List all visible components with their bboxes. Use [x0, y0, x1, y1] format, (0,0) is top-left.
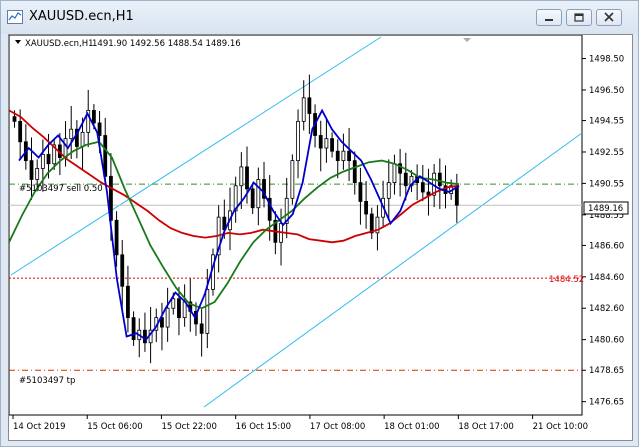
- minimize-icon: [545, 19, 553, 21]
- candle-body: [420, 182, 425, 193]
- candle-body: [245, 166, 249, 190]
- y-tick-label: 1482.60: [589, 304, 624, 314]
- candle-body: [69, 128, 74, 140]
- x-tick-label: 18 Oct 01:00: [384, 422, 439, 432]
- candle-body: [369, 213, 374, 234]
- candle-body: [165, 307, 170, 328]
- current-price-label: 1489.16: [588, 204, 623, 214]
- candle-body: [386, 182, 391, 199]
- symbol-label: XAUUSD.ecn,H1: [25, 39, 94, 49]
- candle-body: [171, 298, 176, 309]
- x-tick-label: 17 Oct 08:00: [310, 422, 365, 432]
- candle-body: [352, 160, 357, 184]
- candle-body: [358, 182, 363, 202]
- candle-body: [126, 285, 130, 319]
- candle-body: [114, 219, 119, 256]
- x-tick-label: 15 Oct 22:00: [161, 422, 216, 432]
- candle-body: [131, 317, 136, 341]
- price-chart[interactable]: 1498.501496.501494.551492.551490.551488.…: [8, 34, 632, 440]
- candle-body: [29, 160, 34, 180]
- close-icon: [604, 12, 614, 22]
- sell-order-label: #5103497 sell 0.50: [19, 184, 103, 194]
- y-tick-label: 1490.55: [589, 179, 624, 189]
- candle-body: [35, 168, 40, 180]
- window-title: XAUUSD.ecn,H1: [29, 9, 134, 24]
- close-button[interactable]: [596, 9, 622, 26]
- y-tick-label: 1498.50: [589, 55, 624, 65]
- x-tick-label: 21 Oct 10:00: [533, 422, 588, 432]
- x-tick-label: 18 Oct 17:00: [458, 422, 513, 432]
- candle-body: [290, 160, 295, 199]
- candle-body: [18, 120, 23, 143]
- minimize-button[interactable]: [536, 9, 562, 26]
- candle-body: [239, 166, 244, 187]
- candle-body: [347, 150, 351, 162]
- y-tick-label: 1476.65: [589, 398, 624, 408]
- x-tick-label: 16 Oct 15:00: [236, 422, 291, 432]
- candle-body: [250, 188, 255, 209]
- candle-body: [403, 172, 408, 187]
- candle-body: [199, 323, 204, 334]
- candle-body: [307, 97, 312, 114]
- y-tick-label: 1484.60: [589, 273, 624, 283]
- candle-body: [80, 131, 85, 147]
- candle-body: [392, 163, 397, 184]
- candle-body: [205, 288, 210, 334]
- chart-window: XAUUSD.ecn,H1 1498.50 1496.50 1494.55 1492.…: [0, 0, 639, 447]
- y-tick-label: 1478.65: [589, 366, 624, 376]
- y-tick-label: 1492.55: [589, 148, 624, 158]
- candle-body: [97, 122, 102, 136]
- chart-window-icon: [7, 10, 23, 24]
- alert-price-label: 1484.52: [549, 275, 584, 285]
- candle-body: [437, 172, 442, 187]
- candle-body: [330, 138, 334, 152]
- chart-area[interactable]: 1498.50 1496.50 1494.55 1492.55 1490.55 1488.…: [8, 34, 633, 441]
- candle: [290, 154, 295, 205]
- candle-body: [91, 109, 96, 124]
- x-tick-label: 15 Oct 06:00: [87, 422, 142, 432]
- y-tick-label: 1496.50: [589, 86, 624, 96]
- x-tick-label: 14 Oct 2019: [13, 422, 66, 432]
- title-bar[interactable]: XAUUSD.ecn,H1: [1, 1, 638, 34]
- candle-body: [296, 120, 300, 162]
- y-tick-label: 1494.55: [589, 117, 624, 127]
- candle-body: [120, 254, 125, 287]
- candle-body: [143, 329, 147, 344]
- candle-body: [318, 135, 323, 149]
- candle-body: [40, 153, 45, 169]
- y-tick-label: 1480.60: [589, 336, 624, 346]
- tp-order-label: #5103497 tp: [19, 376, 75, 386]
- restore-icon: [574, 13, 584, 22]
- candle-body: [12, 116, 17, 122]
- candle-body: [301, 97, 306, 122]
- candle-body: [341, 150, 346, 162]
- y-tick-label: 1486.60: [589, 241, 624, 251]
- candle-body: [364, 201, 368, 215]
- candle-body: [63, 138, 68, 158]
- ohlc-values: 1491.90 1492.56 1488.54 1489.16: [92, 39, 241, 49]
- candle-body: [256, 179, 261, 209]
- candle-body: [177, 298, 181, 319]
- candle-body: [335, 150, 340, 162]
- candle-body: [324, 138, 329, 149]
- restore-button[interactable]: [566, 9, 592, 26]
- candle-body: [46, 153, 51, 165]
